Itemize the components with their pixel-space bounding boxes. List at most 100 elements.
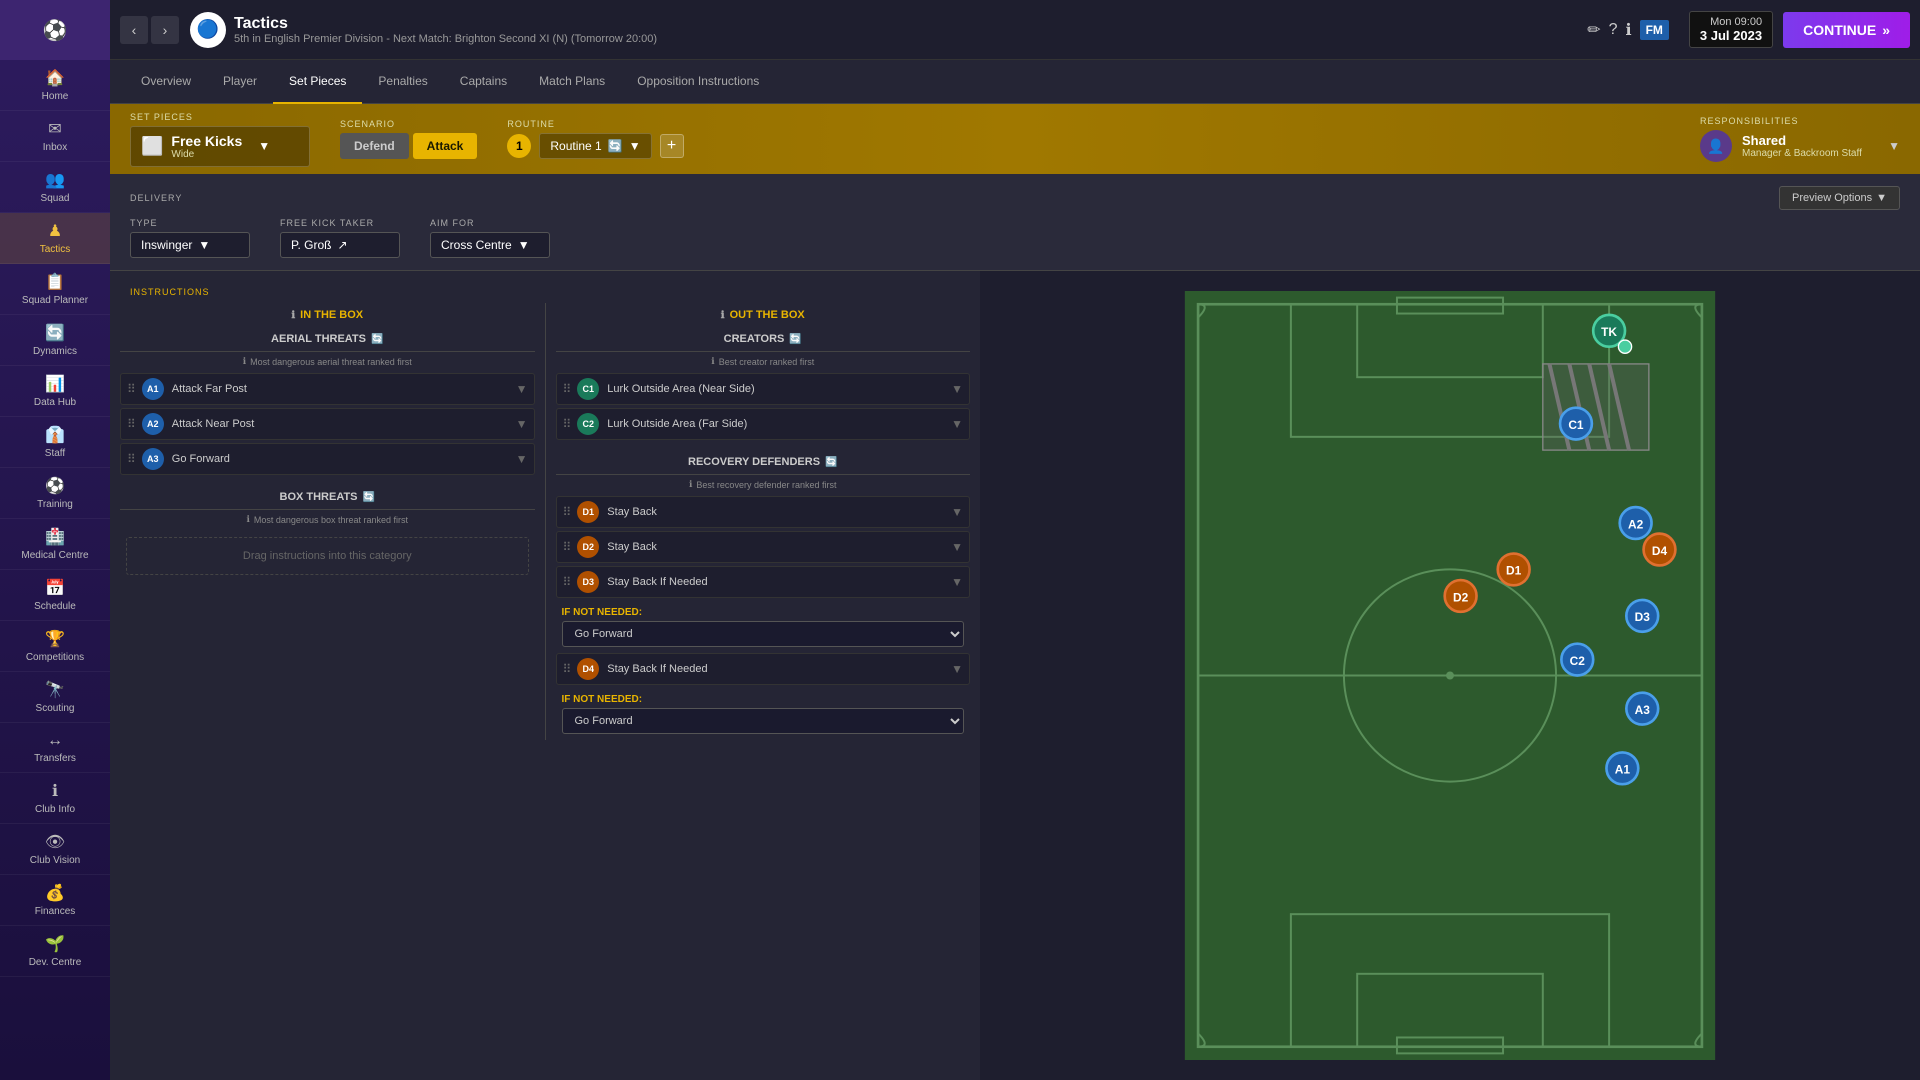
instr-arrow-A2[interactable]: ▼ [516, 417, 528, 431]
recovery-item-D2[interactable]: ⠿ D2 Stay Back ▼ [556, 531, 971, 563]
instr-arrow-D4[interactable]: ▼ [951, 662, 963, 676]
info-icon[interactable]: ℹ [1626, 20, 1632, 40]
sidebar-item-competitions[interactable]: 🏆 Competitions [0, 621, 110, 672]
resp-sub: Manager & Backroom Staff [1742, 148, 1862, 159]
sidebar-icon-squad: 👥 [45, 170, 65, 190]
drag-handle[interactable]: ⠿ [563, 382, 572, 396]
sidebar-item-club-info[interactable]: ℹ Club Info [0, 773, 110, 824]
type-dropdown-icon: ▼ [198, 238, 210, 252]
instr-arrow-D2[interactable]: ▼ [951, 540, 963, 554]
instr-arrow-D3[interactable]: ▼ [951, 575, 963, 589]
instr-arrow-C1[interactable]: ▼ [951, 382, 963, 396]
sidebar-item-squad-planner[interactable]: 📋 Squad Planner [0, 264, 110, 315]
sidebar-item-training[interactable]: ⚽ Training [0, 468, 110, 519]
recovery-item-D4[interactable]: ⠿ D4 Stay Back If Needed ▼ [556, 653, 971, 685]
sidebar-item-inbox[interactable]: ✉ Inbox [0, 111, 110, 162]
resp-name: Shared [1742, 133, 1862, 148]
page-title: Tactics [234, 15, 1587, 33]
help-icon[interactable]: ? [1609, 21, 1618, 39]
nav-forward-button[interactable]: › [151, 16, 179, 44]
sidebar-item-staff[interactable]: 👔 Staff [0, 417, 110, 468]
nav-back-button[interactable]: ‹ [120, 16, 148, 44]
tab-overview[interactable]: Overview [125, 60, 207, 104]
topbar-day: Mon 09:00 [1700, 16, 1762, 28]
aim-select[interactable]: Cross Centre ▼ [430, 232, 550, 258]
sidebar-icon-training: ⚽ [45, 476, 65, 496]
type-select[interactable]: Inswinger ▼ [130, 232, 250, 258]
sidebar-label-transfers: Transfers [34, 753, 76, 764]
if-not-select-D3[interactable]: Go Forward Stay Back Stay Back If Needed [562, 621, 965, 647]
sidebar-item-schedule[interactable]: 📅 Schedule [0, 570, 110, 621]
drag-handle[interactable]: ⠿ [127, 452, 136, 466]
routine-select[interactable]: Routine 1 🔄 ▼ [539, 133, 651, 159]
tab-set-pieces[interactable]: Set Pieces [273, 60, 362, 104]
instr-arrow-A1[interactable]: ▼ [516, 382, 528, 396]
sidebar-item-club-vision[interactable]: 👁 Club Vision [0, 824, 110, 875]
aerial-item-A3[interactable]: ⠿ A3 Go Forward ▼ [120, 443, 535, 475]
resp-dropdown-icon[interactable]: ▼ [1888, 139, 1900, 153]
topbar-icons: ✏ ? ℹ FM [1587, 20, 1669, 40]
tab-match-plans[interactable]: Match Plans [523, 60, 621, 104]
sidebar-item-data-hub[interactable]: 📊 Data Hub [0, 366, 110, 417]
set-pieces-label: SET PIECES [130, 112, 310, 122]
instr-arrow-D1[interactable]: ▼ [951, 505, 963, 519]
preview-dropdown-icon: ▼ [1876, 192, 1887, 204]
if-not-select-D4[interactable]: Go Forward Stay Back Stay Back If Needed [562, 708, 965, 734]
defend-button[interactable]: Defend [340, 133, 409, 159]
recovery-item-D1[interactable]: ⠿ D1 Stay Back ▼ [556, 496, 971, 528]
sidebar-item-dev-centre[interactable]: 🌱 Dev. Centre [0, 926, 110, 977]
sidebar-item-finances[interactable]: 💰 Finances [0, 875, 110, 926]
set-pieces-main: Free Kicks [171, 133, 242, 149]
sidebar-item-scouting[interactable]: 🔭 Scouting [0, 672, 110, 723]
set-pieces-dropdown-icon[interactable]: ▼ [258, 139, 270, 153]
sidebar-label-tactics: Tactics [40, 244, 71, 255]
drag-handle[interactable]: ⠿ [563, 505, 572, 519]
sidebar-item-medical[interactable]: 🏥 Medical Centre [0, 519, 110, 570]
tab-opp-instructions[interactable]: Opposition Instructions [621, 60, 775, 104]
recovery-item-D3[interactable]: ⠿ D3 Stay Back If Needed ▼ [556, 566, 971, 598]
if-not-dropdown-D3[interactable]: Go Forward Stay Back Stay Back If Needed [562, 621, 965, 647]
sidebar-item-squad[interactable]: 👥 Squad [0, 162, 110, 213]
set-pieces-name-area: Free Kicks Wide [171, 133, 242, 160]
aerial-item-A1[interactable]: ⠿ A1 Attack Far Post ▼ [120, 373, 535, 405]
routine-section: ROUTINE 1 Routine 1 🔄 ▼ + [507, 119, 1670, 159]
attack-button[interactable]: Attack [413, 133, 478, 159]
sidebar-item-transfers[interactable]: ↔ Transfers [0, 723, 110, 773]
instr-arrow-A3[interactable]: ▼ [516, 452, 528, 466]
sidebar-item-home[interactable]: 🏠 Home [0, 60, 110, 111]
sidebar-item-dynamics[interactable]: 🔄 Dynamics [0, 315, 110, 366]
club-icon: 🔵 [190, 12, 226, 48]
routine-add-button[interactable]: + [660, 134, 684, 158]
tab-captains[interactable]: Captains [444, 60, 523, 104]
recovery-refresh-icon: 🔄 [825, 457, 837, 468]
in-box-header: ℹ IN THE BOX [120, 303, 535, 327]
drag-handle[interactable]: ⠿ [127, 382, 136, 396]
creator-item-C1[interactable]: ⠿ C1 Lurk Outside Area (Near Side) ▼ [556, 373, 971, 405]
if-not-dropdown-D4[interactable]: Go Forward Stay Back Stay Back If Needed [562, 708, 965, 734]
set-pieces-select[interactable]: ⬜ Free Kicks Wide ▼ [130, 126, 310, 167]
drag-handle[interactable]: ⠿ [563, 575, 572, 589]
sidebar-item-tactics[interactable]: ♟ Tactics [0, 213, 110, 264]
topbar-date: 3 Jul 2023 [1700, 28, 1762, 43]
drag-handle[interactable]: ⠿ [563, 417, 572, 431]
delivery-fields: TYPE Inswinger ▼ FREE KICK TAKER P. Groß… [130, 218, 1900, 258]
edit-icon[interactable]: ✏ [1587, 20, 1600, 40]
preview-options-button[interactable]: Preview Options ▼ [1779, 186, 1900, 210]
drag-handle[interactable]: ⠿ [563, 540, 572, 554]
taker-external-icon: ↗ [337, 238, 347, 252]
creators-info-icon: ℹ [711, 356, 714, 367]
instr-text-A1: Attack Far Post [172, 383, 516, 395]
tab-player[interactable]: Player [207, 60, 273, 104]
box-info-icon: ℹ [246, 514, 249, 525]
drag-handle[interactable]: ⠿ [127, 417, 136, 431]
tab-penalties[interactable]: Penalties [362, 60, 443, 104]
continue-button[interactable]: CONTINUE » [1783, 12, 1910, 48]
instructions-label: INSTRUCTIONS [110, 281, 980, 303]
drag-handle[interactable]: ⠿ [563, 662, 572, 676]
aerial-item-A2[interactable]: ⠿ A2 Attack Near Post ▼ [120, 408, 535, 440]
taker-select[interactable]: P. Groß ↗ [280, 232, 400, 258]
sidebar-icon-finances: 💰 [45, 883, 65, 903]
sidebar-icon-schedule: 📅 [45, 578, 65, 598]
creator-item-C2[interactable]: ⠿ C2 Lurk Outside Area (Far Side) ▼ [556, 408, 971, 440]
instr-arrow-C2[interactable]: ▼ [951, 417, 963, 431]
